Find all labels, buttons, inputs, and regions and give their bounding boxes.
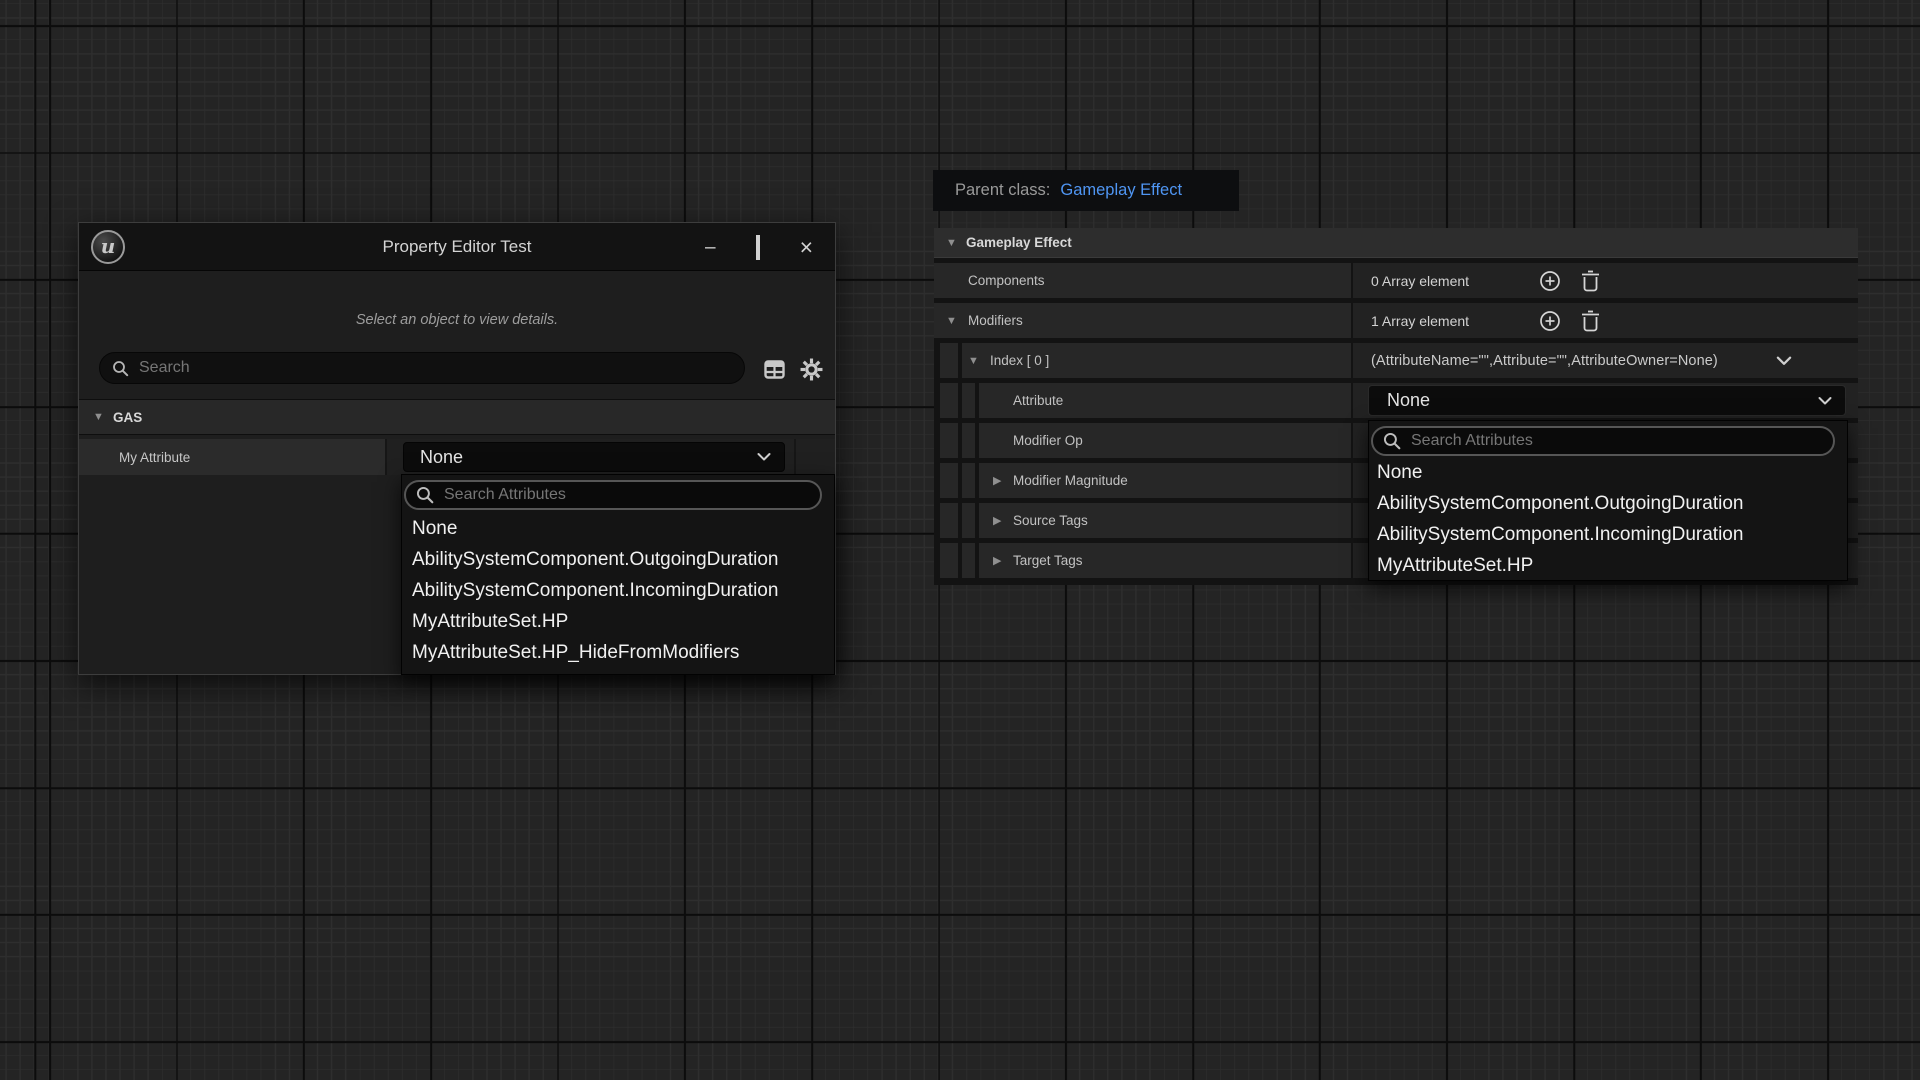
struct-preview: (AttributeName="",Attribute="",Attribute…	[1371, 353, 1718, 369]
property-name: My Attribute	[79, 439, 385, 475]
dropdown-item[interactable]: MyAttributeSet.HP_HideFromModifiers	[412, 637, 778, 668]
clear-array-button[interactable]	[1581, 270, 1600, 292]
dropdown-item[interactable]: MyAttributeSet.HP	[1377, 550, 1743, 581]
collapse-triangle-icon[interactable]: ▼	[93, 411, 109, 423]
reset-column	[796, 439, 835, 475]
chevron-down-icon	[757, 453, 771, 462]
property-name: Modifier Magnitude	[1013, 473, 1128, 488]
graph-grid-background: u Property Editor Test – × Select an obj…	[0, 0, 1920, 1080]
attribute-picker-dropdown: None AbilitySystemComponent.OutgoingDura…	[401, 474, 835, 675]
dropdown-item[interactable]: AbilitySystemComponent.IncomingDuration	[412, 575, 778, 606]
dropdown-item[interactable]: AbilitySystemComponent.OutgoingDuration	[412, 544, 778, 575]
table-view-icon	[764, 360, 785, 379]
category-header-gameplay-effect[interactable]: ▼ Gameplay Effect	[934, 228, 1858, 258]
expand-triangle-icon[interactable]: ▶	[993, 474, 1007, 487]
trash-icon	[1581, 270, 1600, 292]
dropdown-item[interactable]: None	[1377, 457, 1743, 488]
dropdown-search-box[interactable]	[1371, 426, 1835, 456]
property-editor-window: u Property Editor Test – × Select an obj…	[78, 222, 836, 675]
category-label: Gameplay Effect	[966, 235, 1072, 250]
expand-triangle-icon[interactable]: ▶	[993, 554, 1007, 567]
chevron-down-icon	[1818, 396, 1832, 405]
window-titlebar[interactable]: u Property Editor Test – ×	[79, 223, 835, 271]
parent-class-link[interactable]: Gameplay Effect	[1060, 181, 1182, 200]
combo-value: None	[1387, 390, 1430, 411]
maximize-icon	[756, 235, 760, 260]
attribute-combo[interactable]: None	[1368, 385, 1846, 416]
dropdown-item[interactable]: AbilitySystemComponent.OutgoingDuration	[1377, 488, 1743, 519]
array-summary: 1 Array element	[1371, 313, 1539, 329]
parent-class-bar: Parent class: Gameplay Effect	[933, 170, 1239, 211]
property-name: Index [ 0 ]	[990, 353, 1049, 368]
property-name: Modifiers	[968, 313, 1023, 328]
chevron-down-icon[interactable]	[1776, 356, 1792, 366]
property-row-index-0: ▼ Index [ 0 ] (AttributeName="",Attribut…	[934, 343, 1858, 378]
empty-selection-hint: Select an object to view details.	[79, 312, 835, 328]
trash-icon	[1581, 310, 1600, 332]
expand-triangle-icon[interactable]: ▶	[993, 514, 1007, 527]
property-name: Components	[968, 273, 1045, 288]
category-label: GAS	[113, 410, 142, 425]
parent-class-label: Parent class:	[955, 181, 1050, 200]
add-array-element-button[interactable]	[1539, 270, 1561, 292]
attribute-search-input[interactable]	[1401, 432, 1823, 450]
collapse-triangle-icon[interactable]: ▼	[946, 237, 962, 249]
search-input[interactable]	[129, 359, 732, 377]
clear-array-button[interactable]	[1581, 310, 1600, 332]
category-header-gas[interactable]: ▼ GAS	[79, 399, 835, 435]
close-button[interactable]: ×	[800, 236, 813, 259]
property-row-attribute: Attribute None	[934, 383, 1858, 418]
property-name: Target Tags	[1013, 553, 1083, 568]
add-array-element-button[interactable]	[1539, 310, 1561, 332]
collapse-triangle-icon[interactable]: ▼	[946, 315, 962, 327]
attribute-picker-dropdown: None AbilitySystemComponent.OutgoingDura…	[1368, 420, 1848, 581]
search-icon	[1383, 432, 1401, 450]
property-name: Source Tags	[1013, 513, 1088, 528]
property-name: Modifier Op	[1013, 433, 1083, 448]
dropdown-search-box[interactable]	[404, 480, 822, 510]
property-name: Attribute	[1013, 393, 1063, 408]
attribute-search-input[interactable]	[434, 486, 810, 504]
my-attribute-combo[interactable]: None	[403, 442, 785, 472]
combo-value: None	[420, 447, 463, 468]
maximize-button[interactable]	[756, 238, 760, 257]
search-icon	[112, 360, 129, 377]
array-summary: 0 Array element	[1371, 273, 1539, 289]
collapse-triangle-icon[interactable]: ▼	[968, 355, 984, 367]
minimize-button[interactable]: –	[705, 238, 716, 257]
property-row-components: ▶ Components 0 Array element	[934, 263, 1858, 298]
property-row-my-attribute: My Attribute None	[79, 439, 835, 475]
gear-icon	[800, 358, 823, 381]
dropdown-item[interactable]: None	[412, 513, 778, 544]
view-options-button[interactable]	[762, 357, 786, 381]
search-icon	[416, 486, 434, 504]
details-search-box[interactable]	[99, 352, 745, 384]
dropdown-item[interactable]: MyAttributeSet.HP	[412, 606, 778, 637]
dropdown-item[interactable]: AbilitySystemComponent.IncomingDuration	[1377, 519, 1743, 550]
property-row-modifiers: ▼ Modifiers 1 Array element	[934, 303, 1858, 338]
settings-button[interactable]	[799, 357, 823, 381]
